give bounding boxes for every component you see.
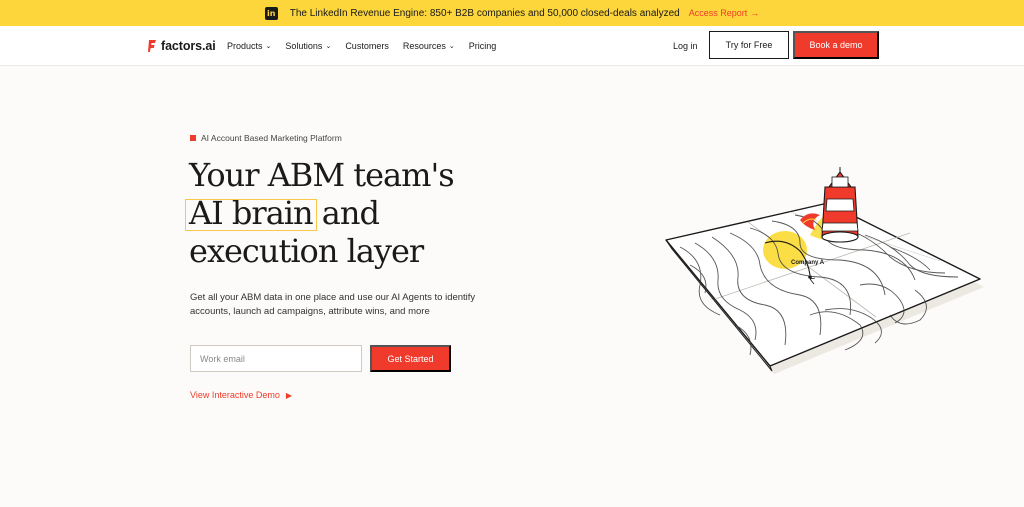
headline-line-2-rest: and <box>312 194 380 232</box>
lighthouse-beacon-icon <box>821 167 859 243</box>
view-interactive-demo-link[interactable]: View Interactive Demo ▶ <box>190 390 292 400</box>
map-lighthouse-illustration: Company A <box>660 165 986 375</box>
nav-item-products[interactable]: Products ⌄ <box>227 41 271 51</box>
red-square-icon <box>190 135 196 141</box>
factors-logo[interactable]: factors.ai <box>148 38 216 54</box>
chevron-down-icon: ⌄ <box>325 43 332 50</box>
nav-item-label: Resources <box>402 41 446 51</box>
logo-text: factors.ai <box>161 39 216 53</box>
get-started-button[interactable]: Get Started <box>370 345 451 372</box>
nav-item-label: Customers <box>345 41 389 51</box>
work-email-input[interactable] <box>190 345 362 372</box>
hero-eyebrow: AI Account Based Marketing Platform <box>190 133 342 143</box>
demo-link-label: View Interactive Demo <box>190 390 280 400</box>
hero-headline: Your ABM team's AI brain and execution l… <box>185 156 455 270</box>
nav-item-label: Products <box>227 41 263 51</box>
headline-highlight-text: AI brain <box>189 194 314 232</box>
nav-item-resources[interactable]: Resources ⌄ <box>403 41 455 51</box>
nav-item-pricing[interactable]: Pricing <box>469 41 497 51</box>
factors-logo-icon <box>148 39 157 53</box>
arrow-right-icon: → <box>750 8 760 18</box>
nav-item-label: Solutions <box>285 41 323 51</box>
nav-item-solutions[interactable]: Solutions ⌄ <box>285 41 331 51</box>
hero-subtext: Get all your ABM data in one place and u… <box>190 292 476 317</box>
company-a-label: Company A <box>791 260 825 266</box>
headline-line-1: Your ABM team's <box>189 156 455 194</box>
access-report-label: Access Report <box>688 8 748 18</box>
book-demo-button[interactable]: Book a demo <box>793 31 879 59</box>
banner-text: The LinkedIn Revenue Engine: 850+ B2B co… <box>289 7 680 19</box>
announcement-banner: in The LinkedIn Revenue Engine: 850+ B2B… <box>0 0 1024 26</box>
nav-links: Products ⌄ Solutions ⌄ Customers Resourc… <box>227 26 510 66</box>
top-navigation: factors.ai Products ⌄ Solutions ⌄ Custom… <box>0 26 1024 66</box>
login-link[interactable]: Log in <box>673 41 698 51</box>
nav-item-label: Pricing <box>468 41 497 51</box>
chevron-down-icon: ⌄ <box>265 43 272 50</box>
try-for-free-button[interactable]: Try for Free <box>709 31 789 59</box>
headline-highlight: AI brain <box>185 194 317 232</box>
access-report-link[interactable]: Access Report → <box>689 8 760 18</box>
linkedin-icon: in <box>264 6 278 20</box>
headline-line-3: execution layer <box>189 232 424 270</box>
eyebrow-text: AI Account Based Marketing Platform <box>201 133 342 143</box>
play-icon: ▶ <box>285 390 293 400</box>
chevron-down-icon: ⌄ <box>448 43 455 50</box>
map-illustration-svg <box>665 167 984 374</box>
nav-item-customers[interactable]: Customers <box>345 41 389 51</box>
